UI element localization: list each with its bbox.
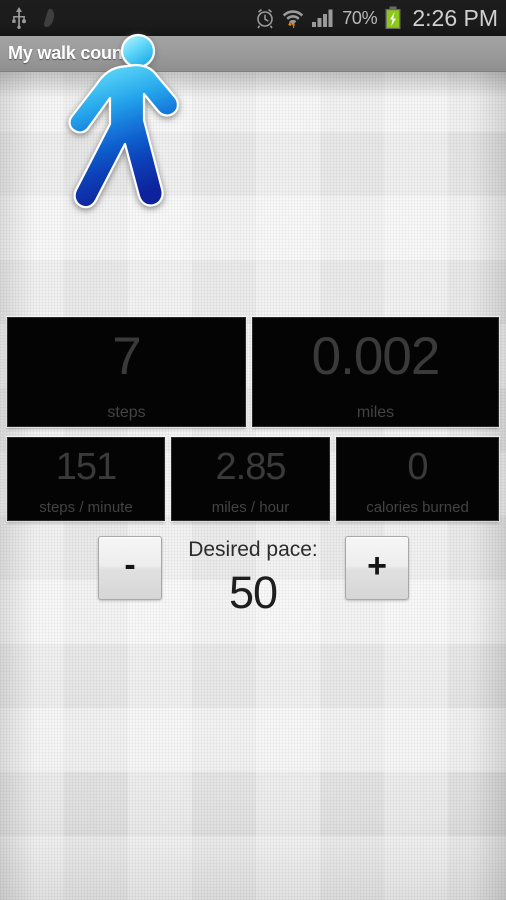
stat-value-miles-per-hour: 2.85 [215, 445, 287, 488]
stat-value-steps-per-minute: 151 [55, 445, 117, 488]
stat-panel-miles-per-hour: 2.85 miles / hour [171, 437, 330, 521]
status-bar-right-icons: 70% 2:26 PM [255, 5, 498, 32]
app-screen: 70% 2:26 PM My walk counter 7 steps 0.00… [0, 0, 506, 900]
desired-pace-label: Desired pace: [188, 538, 318, 561]
stat-panel-calories-burned: 0 calories burned [336, 437, 499, 521]
wifi-icon [283, 10, 304, 28]
desired-pace-value: 50 [228, 567, 278, 618]
stat-label-miles-per-hour: miles / hour [211, 498, 290, 516]
stat-panel-steps: 7 steps [7, 317, 246, 427]
footprint-icon [44, 8, 55, 27]
stat-panel-miles: 0.002 miles [252, 317, 499, 427]
stat-label-steps-per-minute: steps / minute [39, 498, 133, 516]
walking-person-icon [68, 33, 179, 209]
battery-percent-label: 70% [342, 7, 378, 28]
battery-charging-icon [385, 6, 401, 29]
stat-panel-steps-per-minute: 151 steps / minute [7, 437, 165, 521]
alarm-clock-icon [257, 8, 274, 29]
cellular-signal-icon [312, 9, 333, 27]
clock-label: 2:26 PM [412, 4, 498, 31]
stat-label-calories-burned: calories burned [366, 498, 469, 516]
stat-value-miles: 0.002 [311, 326, 441, 386]
usb-icon [12, 7, 26, 29]
stat-label-steps: steps [107, 403, 146, 421]
plus-icon: + [367, 547, 387, 585]
stat-value-steps: 7 [112, 326, 142, 386]
stat-value-calories-burned: 0 [407, 445, 428, 488]
stat-label-miles: miles [356, 403, 395, 421]
increase-pace-button[interactable]: + [345, 536, 409, 600]
status-bar-left-icons [10, 7, 56, 29]
